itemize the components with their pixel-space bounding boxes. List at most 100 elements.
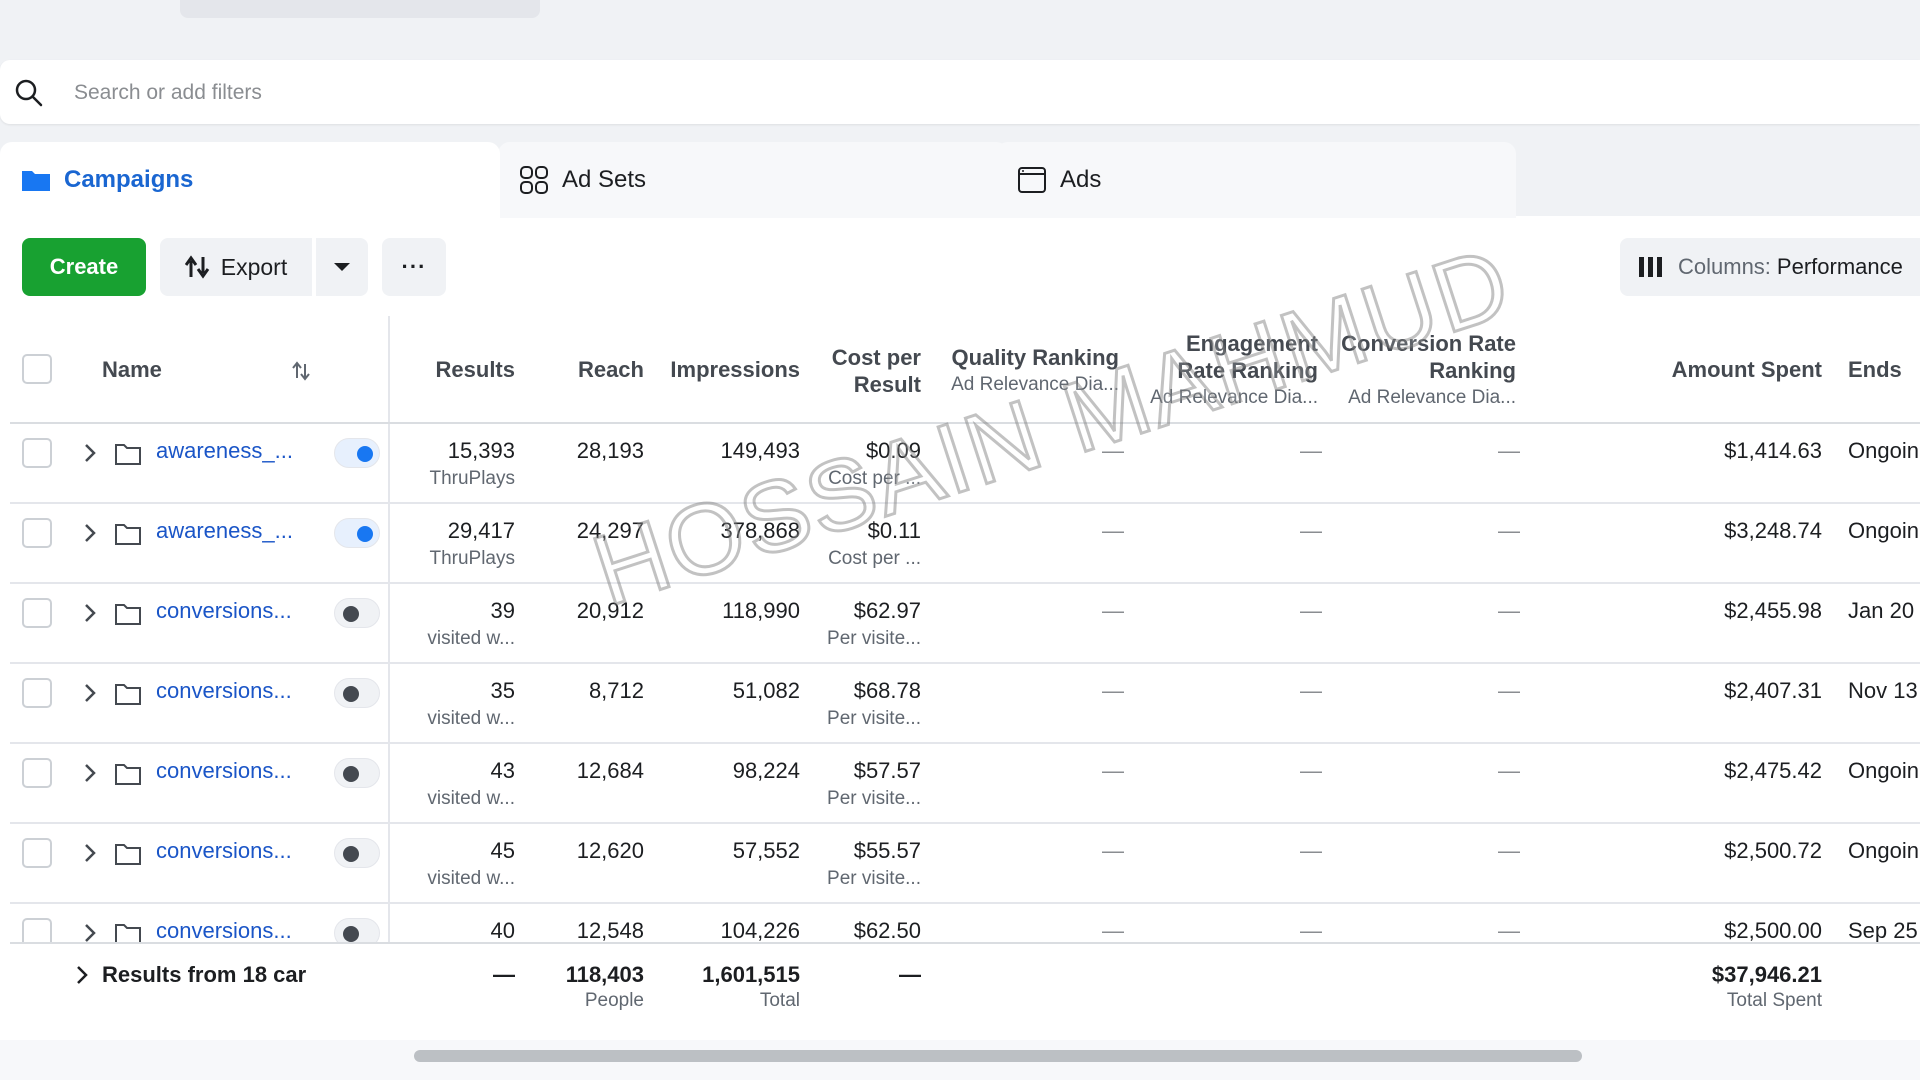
table-row[interactable]: conversions... 35 visited w... 8,712 51,0… xyxy=(10,664,1920,744)
column-header-amount-spent[interactable]: Amount Spent xyxy=(1610,356,1822,383)
results-type: visited w... xyxy=(427,868,515,889)
campaign-toggle[interactable] xyxy=(334,678,380,708)
chevron-right-icon[interactable] xyxy=(82,522,98,544)
summary-label: Results from 18 car xyxy=(102,962,307,987)
cost-cell: $62.50 xyxy=(853,918,921,943)
quality-header-sub: Ad Relevance Dia... xyxy=(951,374,1119,395)
quality-ranking-cell: — xyxy=(1102,838,1124,863)
ad-window-icon xyxy=(1018,167,1046,193)
table-row[interactable]: awareness_... 15,393 ThruPlays 28,193 149… xyxy=(10,424,1920,504)
summary-impressions-value: 1,601,515 xyxy=(702,962,800,987)
create-button[interactable]: Create xyxy=(22,238,146,296)
table-row[interactable]: conversions... 43 visited w... 12,684 98,… xyxy=(10,744,1920,824)
row-checkbox[interactable] xyxy=(22,598,52,628)
campaign-name-link[interactable]: conversions... xyxy=(156,918,292,944)
export-button[interactable]: Export xyxy=(160,238,312,296)
column-header-engagement-ranking[interactable]: Engagement Rate Ranking Ad Relevance Dia… xyxy=(1130,330,1318,411)
results-type: ThruPlays xyxy=(429,548,515,569)
impressions-cell: 98,224 xyxy=(732,758,800,783)
cost-header-line1: Cost per xyxy=(831,345,921,370)
horizontal-scrollbar[interactable] xyxy=(414,1050,1582,1062)
more-options-button[interactable]: ··· xyxy=(382,238,446,296)
chevron-right-icon[interactable] xyxy=(82,842,98,864)
columns-button[interactable]: Columns: Performance xyxy=(1620,238,1920,296)
quality-ranking-cell: — xyxy=(1102,758,1124,783)
summary-cost: — xyxy=(899,962,921,987)
columns-label: Columns: xyxy=(1678,254,1771,279)
tab-ads[interactable]: Ads xyxy=(996,142,1516,218)
table-row[interactable]: conversions... 45 visited w... 12,620 57,… xyxy=(10,824,1920,904)
results-type: visited w... xyxy=(427,708,515,729)
column-header-conversion-ranking[interactable]: Conversion Rate Ranking Ad Relevance Dia… xyxy=(1330,330,1516,411)
column-header-impressions[interactable]: Impressions xyxy=(650,356,800,383)
chevron-right-icon[interactable] xyxy=(82,922,98,944)
chevron-right-icon[interactable] xyxy=(82,602,98,624)
conversion-ranking-cell: — xyxy=(1498,918,1520,943)
export-arrows-icon xyxy=(184,255,209,279)
row-checkbox[interactable] xyxy=(22,758,52,788)
ends-cell: Ongoin xyxy=(1848,758,1918,783)
tab-campaigns[interactable]: Campaigns xyxy=(0,142,500,218)
column-header-cost-per-result[interactable]: Cost per Result xyxy=(810,344,921,398)
campaign-toggle[interactable] xyxy=(334,518,380,548)
chevron-right-icon[interactable] xyxy=(82,442,98,464)
table-row[interactable]: conversions... 39 visited w... 20,912 118… xyxy=(10,584,1920,664)
select-all-checkbox[interactable] xyxy=(22,354,52,384)
campaign-name-link[interactable]: awareness_... xyxy=(156,518,293,544)
campaign-name-link[interactable]: awareness_... xyxy=(156,438,293,464)
sort-icon[interactable] xyxy=(290,360,312,382)
chevron-right-icon[interactable] xyxy=(82,682,98,704)
campaign-toggle[interactable] xyxy=(334,918,380,944)
row-checkbox[interactable] xyxy=(22,918,52,944)
ends-cell: Jan 20 xyxy=(1848,598,1915,623)
column-header-reach[interactable]: Reach xyxy=(530,356,644,383)
folder-outline-icon xyxy=(115,924,141,944)
table-header: Name Results Reach Impressions Cost per … xyxy=(10,316,1920,424)
column-header-ends[interactable]: Ends xyxy=(1848,356,1918,383)
row-checkbox[interactable] xyxy=(22,678,52,708)
tab-ad-sets[interactable]: Ad Sets xyxy=(498,142,1008,218)
summary-reach-value: 118,403 xyxy=(565,962,644,987)
conversion-header-line1: Conversion Rate xyxy=(1341,331,1516,356)
export-dropdown-button[interactable] xyxy=(316,238,368,296)
campaign-toggle[interactable] xyxy=(334,758,380,788)
results-cell: 45 visited w... xyxy=(400,838,515,890)
conversion-header-sub: Ad Relevance Dia... xyxy=(1348,387,1516,408)
table-row[interactable]: conversions... 40 12,548 104,226 $62.50 … xyxy=(10,904,1920,944)
campaign-name-link[interactable]: conversions... xyxy=(156,598,292,624)
row-checkbox[interactable] xyxy=(22,518,52,548)
chevron-right-icon[interactable] xyxy=(74,964,90,986)
campaign-toggle[interactable] xyxy=(334,598,380,628)
cost-value: $0.09 xyxy=(865,438,921,463)
campaign-name-link[interactable]: conversions... xyxy=(156,678,292,704)
campaign-toggle[interactable] xyxy=(334,838,380,868)
campaign-name-link[interactable]: conversions... xyxy=(156,838,292,864)
column-header-quality-ranking[interactable]: Quality Ranking Ad Relevance Dia... xyxy=(930,344,1119,398)
campaign-toggle[interactable] xyxy=(334,438,380,468)
search-icon xyxy=(15,79,43,107)
folder-outline-icon xyxy=(115,604,141,625)
results-cell: 43 visited w... xyxy=(400,758,515,810)
row-checkbox[interactable] xyxy=(22,438,52,468)
quality-ranking-cell: — xyxy=(1102,918,1124,943)
summary-spent-sub: Total Spent xyxy=(1726,990,1822,1011)
search-input[interactable] xyxy=(72,72,1676,114)
chevron-right-icon[interactable] xyxy=(82,762,98,784)
folder-outline-icon xyxy=(115,524,141,545)
cost-value: $0.11 xyxy=(867,518,921,543)
conversion-header-line2: Ranking xyxy=(1429,358,1516,383)
toolbar: Create Export ··· Columns: Performance xyxy=(22,238,1920,298)
table-row[interactable]: awareness_... 29,417 ThruPlays 24,297 378… xyxy=(10,504,1920,584)
row-checkbox[interactable] xyxy=(22,838,52,868)
folder-icon xyxy=(22,171,50,191)
amount-spent-cell: $2,500.72 xyxy=(1724,838,1822,863)
column-header-name[interactable]: Name xyxy=(102,356,162,383)
results-type: visited w... xyxy=(427,788,515,809)
top-bar-pill[interactable] xyxy=(180,0,540,18)
cost-value: $68.78 xyxy=(853,678,921,703)
campaign-name-link[interactable]: conversions... xyxy=(156,758,292,784)
folder-outline-icon xyxy=(115,444,141,465)
column-header-results[interactable]: Results xyxy=(400,356,515,383)
engagement-ranking-cell: — xyxy=(1300,518,1322,543)
quality-ranking-cell: — xyxy=(1102,518,1124,543)
